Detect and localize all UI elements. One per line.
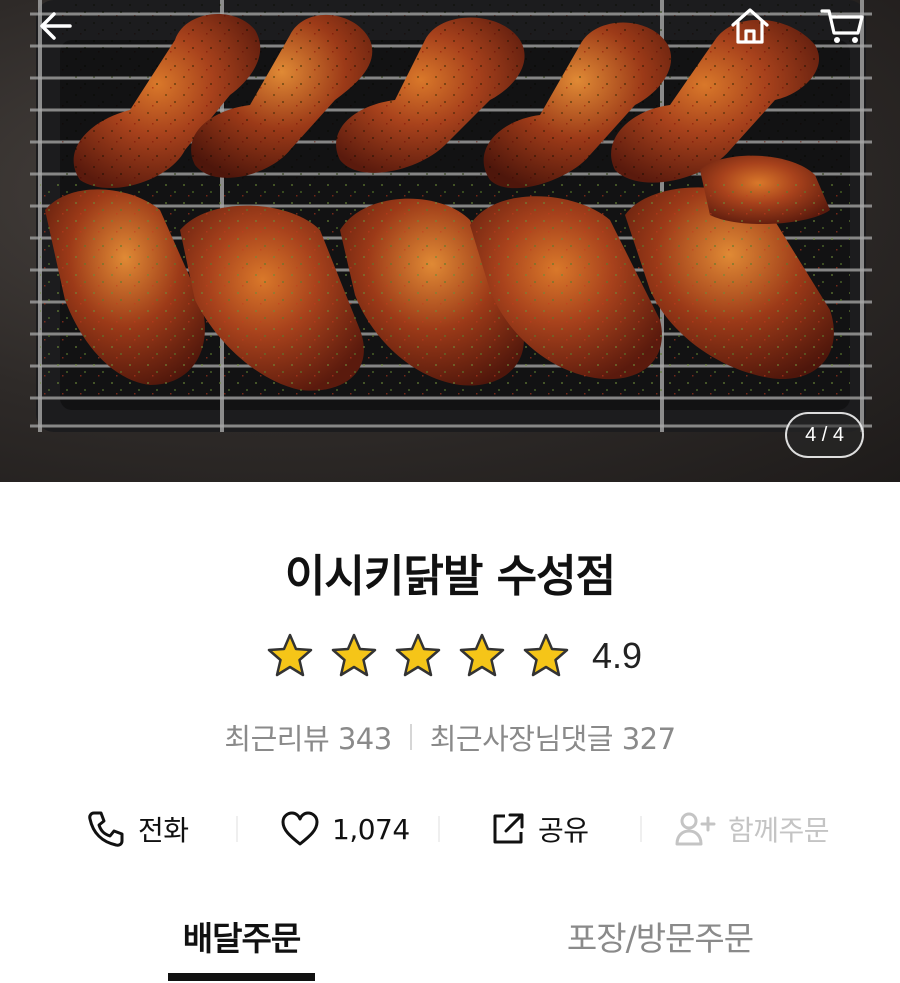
tab-delivery[interactable]: 배달주문	[168, 912, 315, 982]
order-type-tabs: 배달주문 포장/방문주문	[0, 900, 900, 983]
home-button[interactable]	[728, 4, 772, 48]
call-label: 전화	[138, 814, 189, 847]
heart-icon	[281, 811, 319, 846]
owner-replies-link[interactable]: 최근사장님댓글 327	[430, 716, 676, 758]
store-name: 이시키닭발 수성점	[284, 551, 616, 602]
divider	[640, 816, 642, 842]
active-tab-indicator	[168, 973, 315, 981]
home-icon	[731, 8, 769, 44]
action-bar: 전화 1,074 공유 함께주문	[0, 800, 900, 858]
group-order-button[interactable]: 함께주문	[674, 800, 830, 858]
tab-pickup[interactable]: 포장/방문주문	[540, 912, 780, 982]
share-icon	[493, 813, 524, 844]
cart-icon	[820, 9, 864, 43]
star-icon	[331, 633, 377, 677]
star-icon	[459, 633, 505, 677]
star-icon	[395, 633, 441, 677]
back-button[interactable]	[34, 4, 78, 48]
image-counter-badge: 4 / 4	[785, 412, 864, 458]
star-icon	[267, 633, 313, 677]
chicken-wings-photo	[30, 0, 872, 432]
divider	[438, 816, 440, 842]
arrow-left-icon	[40, 12, 72, 40]
recent-reviews-link[interactable]: 최근리뷰 343	[224, 716, 392, 758]
review-stats: 최근리뷰 343 최근사장님댓글 327	[0, 716, 900, 758]
call-button[interactable]: 전화	[86, 800, 189, 858]
like-count: 1,074	[332, 812, 410, 846]
rating-row: 4.9	[0, 632, 900, 680]
divider	[236, 816, 238, 842]
store-photo-carousel[interactable]: 4 / 4	[0, 0, 900, 482]
phone-icon	[88, 811, 124, 847]
group-order-label: 함께주문	[728, 814, 830, 847]
star-icon	[523, 633, 569, 677]
share-button[interactable]: 공유	[490, 800, 589, 858]
rating-value: 4.9	[591, 635, 643, 676]
add-person-icon	[675, 812, 716, 846]
divider	[409, 724, 412, 750]
like-button[interactable]: 1,074	[280, 800, 410, 858]
cart-button[interactable]	[820, 4, 864, 48]
share-label: 공유	[538, 814, 589, 847]
